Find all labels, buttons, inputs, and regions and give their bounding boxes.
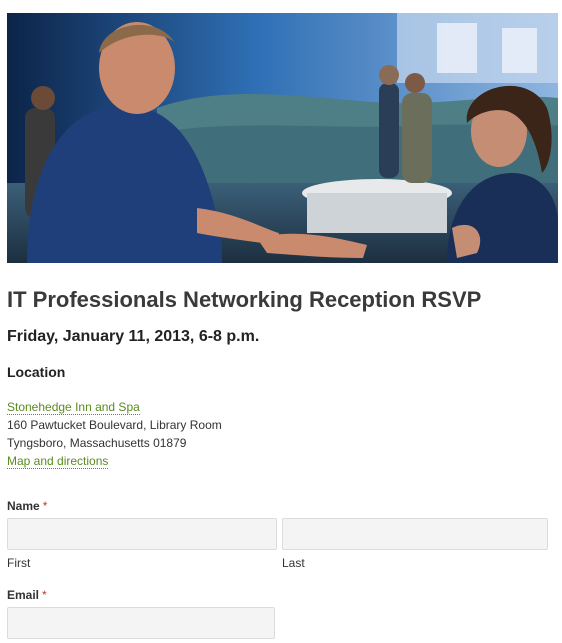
email-label-text: Email (7, 588, 40, 602)
required-marker: * (42, 588, 47, 602)
address-block: Stonehedge Inn and Spa 160 Pawtucket Bou… (7, 398, 222, 470)
first-sublabel: First (7, 556, 31, 570)
location-heading: Location (7, 364, 66, 380)
hero-photo (7, 13, 558, 263)
event-date: Friday, January 11, 2013, 6-8 p.m. (7, 328, 260, 345)
city-address: Tyngsboro, Massachusetts 01879 (7, 436, 187, 450)
email-input[interactable] (7, 607, 275, 639)
map-directions-link[interactable]: Map and directions (7, 454, 109, 469)
street-address: 160 Pawtucket Boulevard, Library Room (7, 418, 222, 432)
name-label: Name * (7, 499, 47, 513)
name-label-text: Name (7, 499, 40, 513)
last-sublabel: Last (282, 556, 305, 570)
last-name-input[interactable] (282, 518, 548, 550)
email-label: Email * (7, 588, 47, 602)
first-name-input[interactable] (7, 518, 277, 550)
venue-link[interactable]: Stonehedge Inn and Spa (7, 400, 140, 415)
required-marker: * (42, 499, 48, 513)
page-title: IT Professionals Networking Reception RS… (7, 287, 482, 312)
